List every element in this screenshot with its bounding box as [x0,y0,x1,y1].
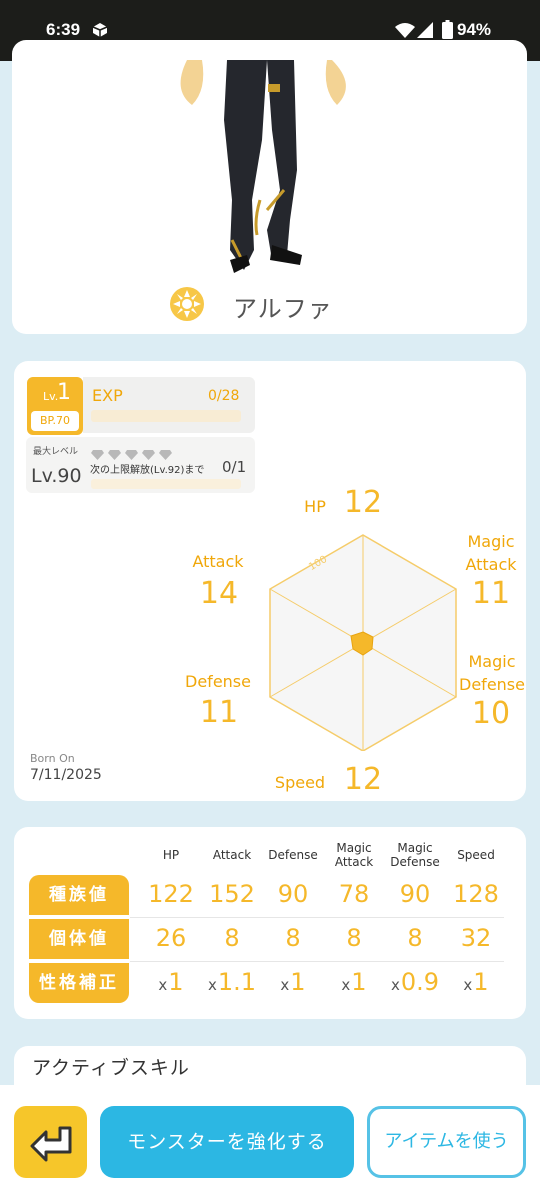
max-level-value: Lv.90 [31,465,82,487]
attack-value: 14 [199,576,239,611]
table-header-magic-attack: Magic Attack [334,841,374,869]
table-cell-value: 1 [290,968,306,996]
magic-defense-value: 10 [471,696,511,731]
table-cell: 90 [277,880,309,908]
table-cell: x0.9 [385,968,445,996]
max-level-label: 最大レベル [33,447,79,457]
wifi-icon [395,23,415,38]
multiplier-prefix: x [463,976,473,994]
diamond-icon [91,450,104,460]
level-badge: Lv. 1 BP.70 [27,377,83,435]
attack-label: Attack [192,552,244,571]
table-cell: 78 [338,880,370,908]
exp-label: EXP [92,386,123,405]
app-notification-icon [92,23,108,37]
born-date: 7/11/2025 [30,767,102,783]
defense-label: Defense [185,672,251,691]
battery-percent: 94% [457,20,492,39]
multiplier-prefix: x [207,976,217,994]
table-cell: 90 [399,880,431,908]
level-value: 1 [57,380,71,405]
light-attribute-icon [170,287,204,321]
row-divider [130,917,504,918]
back-arrow-icon [30,1126,72,1162]
table-cell: x1 [263,968,323,996]
limit-progress-bar [91,479,241,489]
back-button[interactable] [14,1106,87,1178]
hp-value: 12 [343,485,383,520]
row-label-nature-modifier: 性格補正 [29,963,129,1003]
table-cell-value: 1 [351,968,367,996]
table-cell: x1 [324,968,384,996]
battery-icon [442,20,453,39]
table-cell-value: 0.9 [400,968,440,996]
stat-radar-chart: 100 [269,534,457,751]
row-label-base-stats: 種族値 [29,875,129,915]
speed-value: 12 [343,762,383,797]
table-cell: x1 [446,968,506,996]
monster-illustration[interactable] [172,60,372,290]
diamond-icon [108,450,121,460]
row-label-individual-values: 個体値 [29,919,129,959]
diamond-icon [159,450,172,460]
monster-card: アルファ [12,40,527,334]
active-skill-title: アクティブスキル [32,1057,190,1079]
row-divider [130,961,504,962]
table-cell: 8 [346,924,362,952]
exp-progress-bar [91,410,241,422]
magic-defense-label: Magic Defense [459,652,525,694]
speed-label: Speed [274,773,326,792]
next-limit-label: 次の上限解放(Lv.92)まで [90,465,205,476]
table-cell: 152 [209,880,255,908]
magic-attack-value: 11 [471,576,511,611]
diamond-icon [142,450,155,460]
multiplier-prefix: x [390,976,400,994]
table-cell: 122 [148,880,194,908]
table-header-magic-defense: Magic Defense [390,841,440,869]
defense-value: 11 [199,695,239,730]
bp-value: BP.70 [31,411,79,431]
level-prefix: Lv. [43,390,59,403]
born-label: Born On [30,752,75,765]
table-cell: x1 [141,968,201,996]
exp-value: 0/28 [208,388,240,404]
multiplier-prefix: x [341,976,351,994]
signal-icon [417,22,433,38]
limit-count: 0/1 [222,458,247,476]
multiplier-prefix: x [280,976,290,994]
status-time: 6:39 [46,20,81,39]
table-cell: 8 [407,924,423,952]
table-cell-value: 1.1 [217,968,257,996]
use-item-button[interactable]: アイテムを使う [367,1106,526,1178]
table-cell: 26 [155,924,187,952]
table-cell: 32 [460,924,492,952]
table-header-hp: HP [162,848,180,862]
table-cell: 8 [224,924,240,952]
table-cell-value: 1 [168,968,184,996]
table-cell: 8 [285,924,301,952]
magic-attack-label: Magic Attack [465,532,517,574]
hp-label: HP [304,497,326,516]
enhance-monster-button[interactable]: モンスターを強化する [100,1106,354,1178]
monster-name: アルファ [233,295,333,323]
table-cell-value: 1 [473,968,489,996]
table-cell: x1.1 [202,968,262,996]
multiplier-prefix: x [158,976,168,994]
table-cell: 128 [453,880,499,908]
table-header-speed: Speed [457,848,495,862]
diamond-icon [125,450,138,460]
table-header-defense: Defense [268,848,318,862]
table-header-attack: Attack [212,848,252,862]
